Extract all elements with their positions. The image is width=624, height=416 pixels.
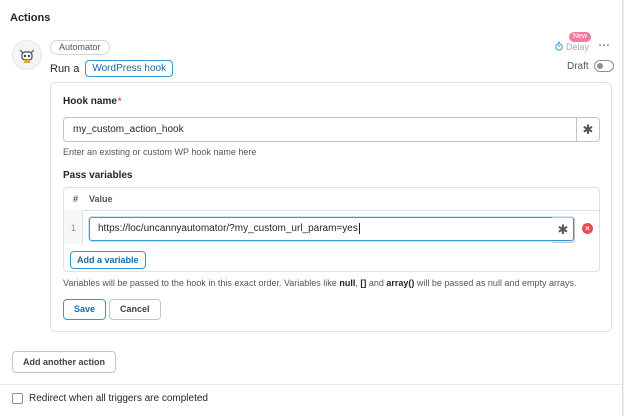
vars-help-null: null (339, 278, 356, 288)
column-header-hash: # (73, 194, 79, 204)
automator-robot-icon (12, 40, 42, 70)
variables-table: # Value 1 https://loc/uncannyautomator/?… (63, 187, 600, 272)
integration-badge: Automator (50, 40, 110, 55)
draft-toggle[interactable] (593, 60, 614, 72)
hook-name-input[interactable]: my_custom_action_hook ✱ (63, 117, 600, 142)
sentence-prefix: Run a (50, 62, 80, 75)
divider (0, 384, 622, 385)
more-options-icon[interactable]: ⋯ (598, 38, 610, 52)
variable-value-text: https://loc/uncannyautomator/?my_custom_… (98, 223, 358, 235)
add-another-action-button[interactable]: Add another action (12, 351, 117, 373)
cancel-button[interactable]: Cancel (109, 299, 161, 320)
draft-toggle-group: Draft (567, 60, 614, 72)
hook-name-help: Enter an existing or custom WP hook name… (63, 147, 257, 157)
variable-asterisk-icon[interactable]: ✱ (552, 217, 575, 243)
required-mark: * (117, 96, 122, 106)
action-sentence: Run a WordPress hook (50, 60, 174, 77)
row-number-cell: 1 (64, 210, 83, 244)
action-form: Hook name* my_custom_action_hook ✱ Enter… (50, 82, 612, 332)
redirect-label: Redirect when all triggers are completed (29, 393, 208, 404)
hook-name-value[interactable]: my_custom_action_hook (64, 124, 576, 135)
variables-help: Variables will be passed to the hook in … (63, 278, 576, 288)
vars-help-array: array() (386, 278, 415, 288)
token-asterisk-icon[interactable]: ✱ (576, 118, 599, 141)
add-variable-button[interactable]: Add a variable (70, 251, 146, 269)
redirect-option[interactable]: Redirect when all triggers are completed (12, 393, 208, 404)
save-button[interactable]: Save (63, 299, 107, 320)
hook-name-label-text: Hook name (63, 96, 117, 107)
variable-value[interactable]: https://loc/uncannyautomator/?my_custom_… (90, 223, 573, 235)
pass-variables-label: Pass variables (63, 170, 133, 181)
variable-value-input[interactable]: https://loc/uncannyautomator/?my_custom_… (89, 217, 574, 241)
remove-variable-icon[interactable]: × (582, 223, 593, 234)
delay-button[interactable]: Delay (555, 41, 589, 53)
vars-help-text-1: Variables will be passed to the hook in … (63, 278, 340, 288)
stopwatch-icon (555, 41, 563, 53)
column-header-value: Value (89, 194, 113, 204)
delay-label: Delay (566, 42, 590, 52)
text-caret (358, 223, 360, 235)
vars-help-text-3: and (366, 278, 387, 288)
hook-name-label: Hook name* (63, 96, 121, 107)
actions-panel: Actions Automator Run a WordPress hook N… (0, 0, 623, 416)
table-header: # Value (64, 188, 599, 211)
redirect-checkbox[interactable] (12, 393, 23, 404)
vars-help-text-4: will be passed as null and empty arrays. (414, 278, 577, 288)
section-title: Actions (10, 12, 51, 24)
draft-label: Draft (567, 60, 589, 72)
sentence-token[interactable]: WordPress hook (85, 60, 174, 77)
row-number: 1 (71, 223, 77, 233)
